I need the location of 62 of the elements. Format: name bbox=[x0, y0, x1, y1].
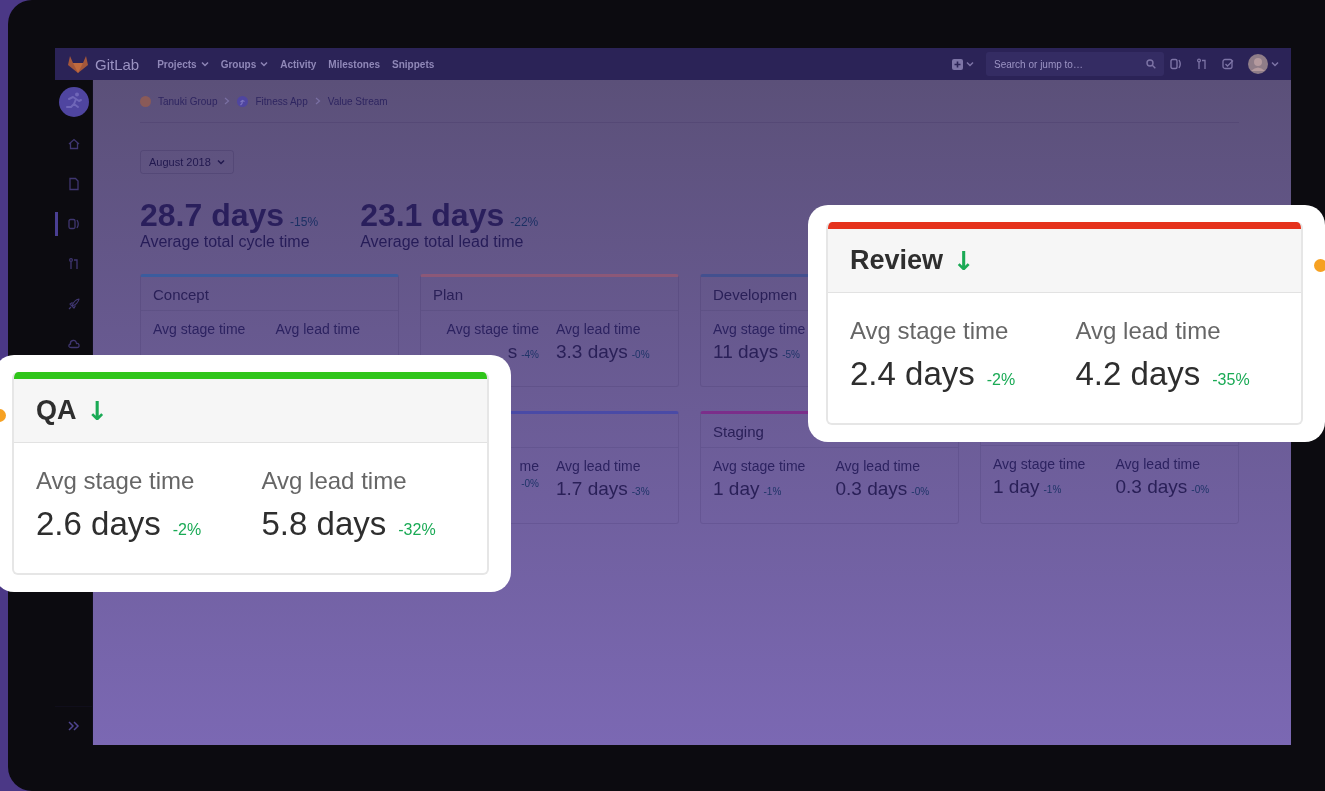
month-dropdown[interactable]: August 2018 bbox=[140, 150, 234, 174]
stage-title: QA bbox=[36, 395, 77, 426]
metric-value: 2.4 days bbox=[850, 355, 975, 393]
metric-delta: -3% bbox=[631, 486, 650, 497]
stage-title: Plan bbox=[433, 286, 464, 303]
metric-label: Avg lead time bbox=[555, 321, 642, 337]
total-value: 28.7 days bbox=[140, 197, 285, 233]
metric-label: Avg stage time bbox=[713, 321, 807, 337]
metric-label: me bbox=[519, 458, 539, 474]
metric-delta: -0% bbox=[1191, 484, 1210, 495]
metric-value: s bbox=[507, 341, 518, 363]
total-label: Average total lead time bbox=[360, 233, 525, 251]
nav-link[interactable]: Groups bbox=[220, 58, 269, 70]
total-value: 23.1 days bbox=[360, 197, 505, 233]
metric-delta: -0% bbox=[631, 349, 650, 360]
stage-title: Staging bbox=[713, 423, 764, 440]
metric-label: Avg lead time bbox=[835, 458, 922, 474]
metric-delta: -35% bbox=[1212, 371, 1250, 389]
nav-link[interactable]: Snippets bbox=[392, 58, 435, 70]
nav-link[interactable]: Projects bbox=[157, 58, 209, 70]
metric-label: Avg stage time bbox=[850, 317, 1010, 345]
nav-link[interactable]: Milestones bbox=[328, 58, 381, 70]
metric-delta: -4% bbox=[521, 349, 539, 360]
metric-value: 1 day bbox=[713, 478, 760, 500]
metric-delta: -1% bbox=[1043, 484, 1062, 495]
total-delta: -15% bbox=[290, 215, 319, 229]
metric-label: Avg stage time bbox=[36, 467, 196, 495]
metric-value: 5.8 days bbox=[261, 505, 387, 543]
stage-title: Concept bbox=[153, 286, 209, 303]
metric-value: 3.3 days bbox=[555, 341, 628, 363]
metric-value: 1 day bbox=[993, 476, 1040, 498]
metric-value: 0.3 days bbox=[1115, 476, 1188, 498]
total-delta: -22% bbox=[510, 215, 539, 229]
metric-delta: -0% bbox=[911, 486, 930, 497]
metric-delta: -32% bbox=[398, 521, 436, 539]
metric-label: Avg lead time bbox=[1115, 456, 1202, 472]
metric-delta: -2% bbox=[986, 371, 1016, 389]
metric-label: Avg lead time bbox=[1075, 317, 1222, 345]
trend-arrow: ↓ bbox=[953, 245, 975, 276]
metric-value: 2.6 days bbox=[36, 505, 161, 543]
metric-label: Avg lead time bbox=[555, 458, 642, 474]
metric-label: Avg stage time bbox=[993, 456, 1087, 472]
metric-delta: -2% bbox=[172, 521, 202, 539]
metric-label: Avg stage time bbox=[153, 321, 247, 337]
metric-delta: -5% bbox=[782, 349, 800, 360]
stage-title: Developmen bbox=[713, 286, 798, 303]
metric-value: 1.7 days bbox=[555, 478, 628, 500]
metric-value: 0.3 days bbox=[835, 478, 908, 500]
metric-value: 11 days bbox=[713, 341, 779, 363]
metric-label: Avg stage time bbox=[446, 321, 539, 337]
metric-label: Avg lead time bbox=[261, 467, 408, 495]
metric-label: Avg lead time bbox=[275, 321, 362, 337]
metric-value: 4.2 days bbox=[1075, 355, 1201, 393]
trend-arrow: ↓ bbox=[86, 395, 109, 426]
total-label: Average total cycle time bbox=[140, 233, 311, 251]
nav-link[interactable]: Activity bbox=[280, 58, 317, 70]
brand-name[interactable]: GitLab bbox=[95, 55, 140, 73]
metric-delta: -0% bbox=[521, 478, 539, 489]
search-field[interactable]: Search or jump to… bbox=[986, 52, 1164, 76]
metric-delta: -1% bbox=[763, 486, 782, 497]
metric-label: Avg stage time bbox=[713, 458, 807, 474]
stage-title: Review bbox=[850, 245, 944, 276]
